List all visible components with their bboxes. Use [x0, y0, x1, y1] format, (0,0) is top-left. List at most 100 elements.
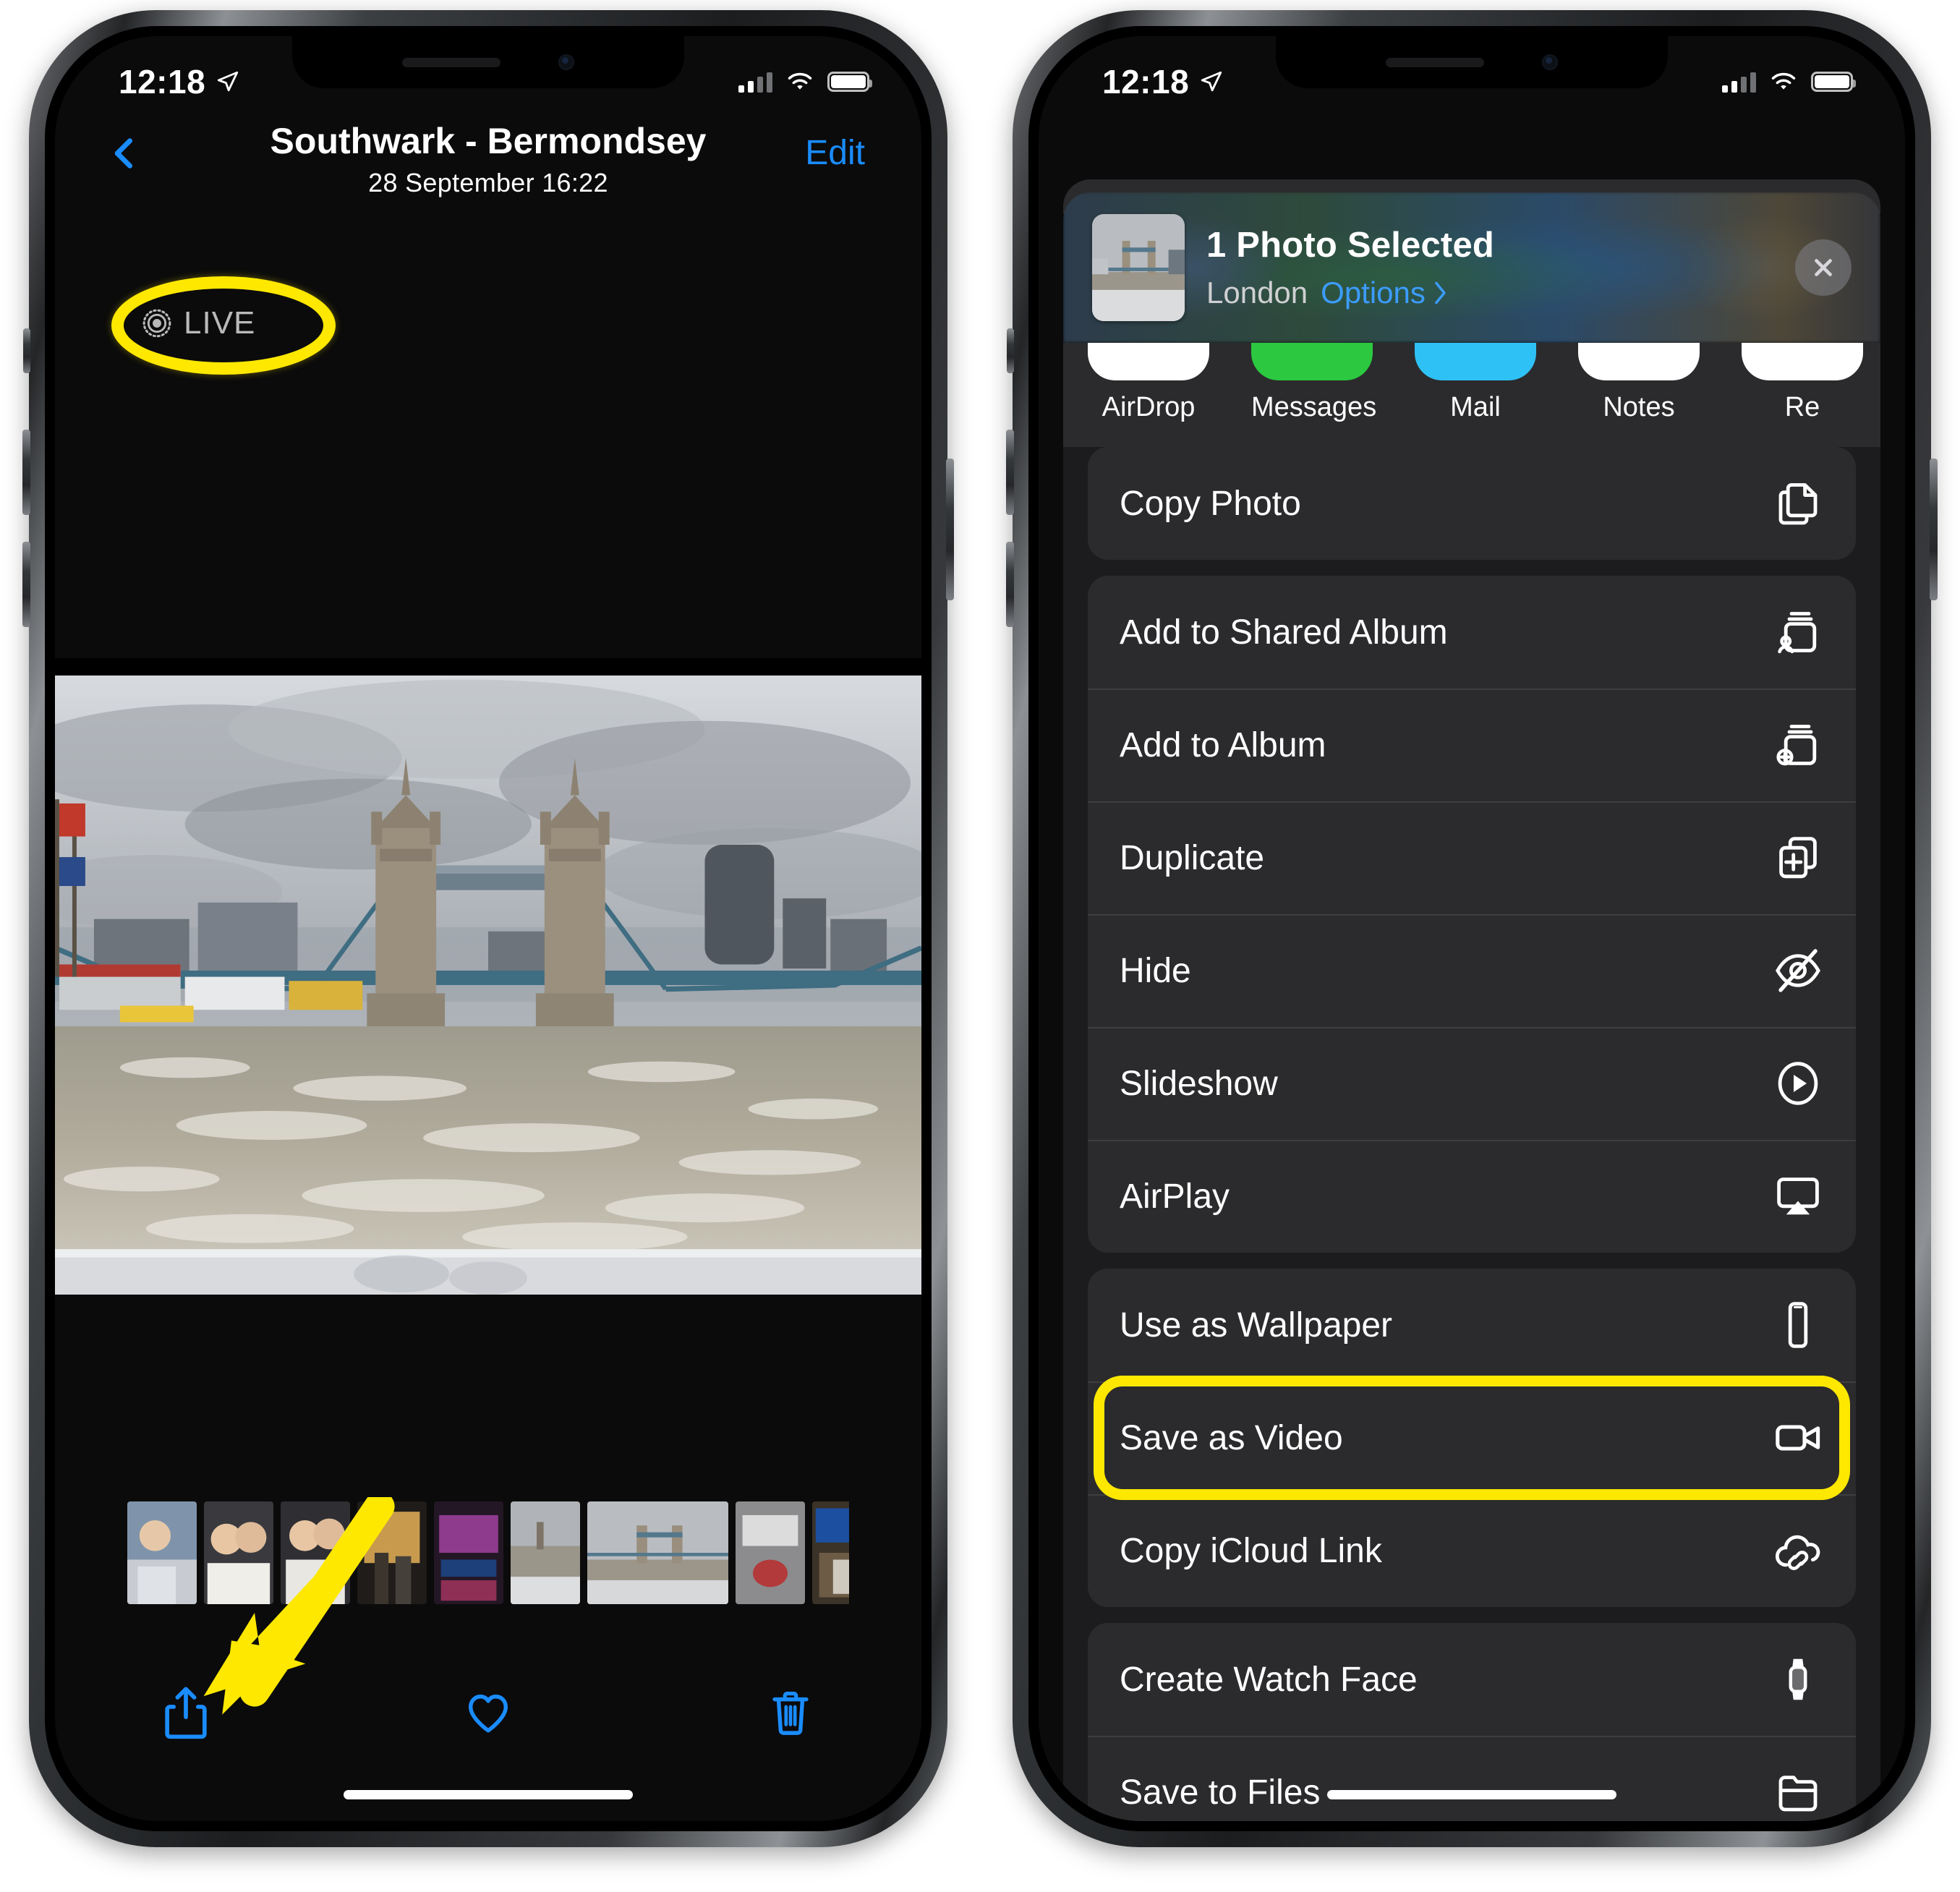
power-button[interactable] — [946, 459, 954, 600]
share-sheet-header: 1 Photo Selected London Options — [1063, 192, 1880, 343]
share-sheet-meta: 1 Photo Selected London Options — [1206, 225, 1795, 310]
trash-icon[interactable] — [768, 1685, 813, 1742]
status-clock: 12:18 — [119, 63, 206, 101]
folder-icon — [1778, 1776, 1818, 1812]
selection-subrow: London Options — [1206, 276, 1795, 310]
photo-viewer[interactable] — [55, 658, 921, 1295]
silence-switch[interactable] — [1007, 328, 1014, 373]
reminders-icon — [1742, 343, 1863, 380]
silence-switch[interactable] — [23, 328, 30, 373]
thumbnail-photo — [434, 1501, 503, 1604]
tower-bridge-thumbnail — [1092, 214, 1185, 321]
status-bar-left: 12:18 — [1102, 62, 1224, 101]
share-app-label: Notes — [1603, 392, 1675, 422]
right-phone-screen: 12:18 1 Photo Selected London Options Ai… — [1039, 36, 1905, 1821]
edit-button[interactable]: Edit — [805, 133, 865, 173]
cellular-signal-icon — [738, 71, 772, 93]
tower-bridge-photo — [55, 676, 921, 1295]
action-add-to-shared-album[interactable]: Add to Shared Album — [1088, 576, 1856, 689]
action-copy-icloud-link[interactable]: Copy iCloud Link — [1088, 1494, 1856, 1607]
action-save-to-files[interactable]: Save to Files — [1088, 1736, 1856, 1821]
page-title: Southwark - Bermondsey — [270, 121, 707, 161]
action-use-as-wallpaper[interactable]: Use as Wallpaper — [1088, 1269, 1856, 1381]
copy-icon — [1778, 483, 1818, 525]
notch — [292, 36, 684, 88]
annotation-arrow-to-share — [185, 1491, 417, 1729]
location-arrow-icon — [1201, 71, 1222, 92]
share-app-reminders[interactable]: Re — [1742, 343, 1863, 423]
thumbnail-photo — [812, 1501, 849, 1604]
action-label: Copy iCloud Link — [1120, 1531, 1382, 1570]
wifi-icon — [788, 72, 812, 90]
action-airplay[interactable]: AirPlay — [1088, 1140, 1856, 1253]
share-app-notes[interactable]: Notes — [1578, 343, 1700, 423]
share-actions-scroll[interactable]: Copy Photo Add to Shared Album Add to Al… — [1063, 447, 1880, 1821]
action-duplicate[interactable]: Duplicate — [1088, 801, 1856, 914]
action-label: Save to Files — [1120, 1773, 1321, 1812]
home-indicator[interactable] — [1327, 1790, 1616, 1799]
action-label: Copy Photo — [1120, 484, 1301, 523]
eye-slash-icon — [1776, 949, 1820, 992]
share-app-messages[interactable]: Messages — [1251, 343, 1377, 423]
icloud-link-icon — [1775, 1535, 1820, 1570]
share-app-mail[interactable]: Mail — [1415, 343, 1536, 423]
options-label: Options — [1321, 276, 1426, 310]
action-add-to-album[interactable]: Add to Album — [1088, 689, 1856, 801]
share-sheet: 1 Photo Selected London Options AirDrop … — [1063, 192, 1880, 1821]
airdrop-icon — [1088, 343, 1209, 380]
main-photo[interactable] — [55, 676, 921, 1295]
list-item[interactable] — [511, 1501, 580, 1604]
status-clock: 12:18 — [1102, 63, 1190, 101]
heart-icon[interactable] — [466, 1685, 511, 1742]
volume-down-button[interactable] — [1006, 542, 1014, 627]
close-button[interactable] — [1795, 239, 1852, 296]
power-button[interactable] — [1930, 459, 1938, 600]
status-bar-right — [1722, 71, 1856, 93]
share-apps-row[interactable]: AirDrop Messages Mail Notes Re — [1063, 343, 1880, 451]
cellular-signal-icon — [1722, 71, 1756, 93]
action-hide[interactable]: Hide — [1088, 914, 1856, 1027]
action-group: Copy Photo — [1088, 447, 1856, 560]
action-group: Use as Wallpaper Save as Video Copy iClo… — [1088, 1269, 1856, 1607]
volume-down-button[interactable] — [22, 542, 30, 627]
action-label: Slideshow — [1120, 1064, 1278, 1103]
earpiece-speaker — [402, 57, 500, 67]
home-indicator[interactable] — [344, 1790, 633, 1799]
list-item[interactable] — [587, 1501, 728, 1604]
selected-photo-thumbnail[interactable] — [1092, 214, 1185, 321]
earpiece-speaker — [1386, 57, 1484, 67]
list-item[interactable] — [434, 1501, 503, 1604]
action-label: Hide — [1120, 951, 1191, 990]
share-app-airdrop[interactable]: AirDrop — [1088, 343, 1209, 423]
share-app-label: Re — [1784, 392, 1820, 422]
list-item[interactable] — [812, 1501, 849, 1604]
volume-up-button[interactable] — [22, 430, 30, 515]
options-button[interactable]: Options — [1321, 276, 1449, 310]
thumbnail-photo — [587, 1501, 728, 1604]
action-create-watch-face[interactable]: Create Watch Face — [1088, 1623, 1856, 1736]
action-label: Save as Video — [1120, 1418, 1343, 1457]
thumbnail-photo — [736, 1501, 805, 1604]
nav-title-block: Southwark - Bermondsey 28 September 16:2… — [270, 120, 707, 198]
thumbnail-photo — [511, 1501, 580, 1604]
action-slideshow[interactable]: Slideshow — [1088, 1027, 1856, 1140]
chevron-right-icon — [1435, 281, 1446, 304]
left-phone-screen: 12:18 Southwark - Bermondsey 28 Septembe… — [55, 36, 921, 1821]
share-app-label: Messages — [1251, 392, 1377, 422]
screenshot-stage: 12:18 Southwark - Bermondsey 28 Septembe… — [0, 0, 1960, 1892]
selection-title: 1 Photo Selected — [1206, 226, 1495, 265]
iphone-icon — [1788, 1302, 1808, 1348]
volume-up-button[interactable] — [1006, 430, 1014, 515]
video-camera-icon — [1776, 1425, 1820, 1451]
share-apps-list: AirDrop Messages Mail Notes Re — [1063, 343, 1880, 423]
location-arrow-icon — [217, 71, 239, 92]
selection-location: London — [1206, 276, 1308, 310]
back-button[interactable] — [106, 135, 143, 172]
action-save-as-video[interactable]: Save as Video — [1088, 1376, 1856, 1500]
messages-icon — [1251, 343, 1373, 380]
front-camera-icon — [558, 54, 574, 70]
action-label: Add to Album — [1120, 725, 1326, 764]
action-copy-photo[interactable]: Copy Photo — [1088, 447, 1856, 560]
battery-full-icon — [827, 72, 872, 92]
list-item[interactable] — [736, 1501, 805, 1604]
